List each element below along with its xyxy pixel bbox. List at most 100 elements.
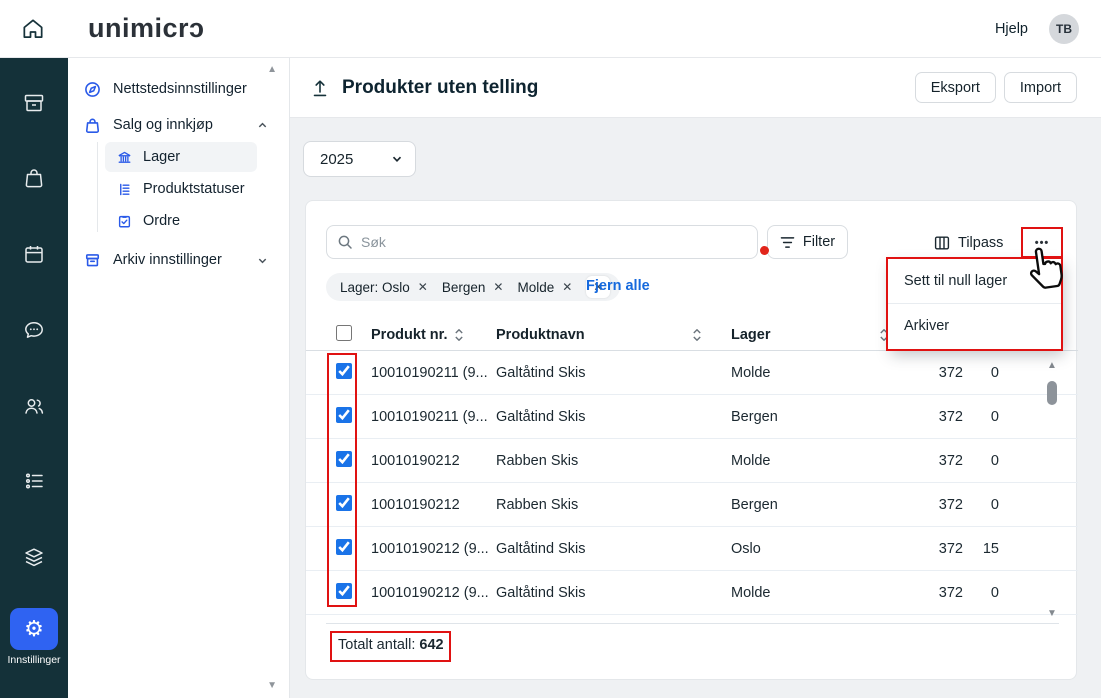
chip-close-icon[interactable]: ✕ [562,280,572,294]
chat-icon[interactable] [22,318,46,342]
table-row[interactable]: 10010190212 (9... Galtåtind Skis Oslo 37… [306,527,1078,571]
year-select-value: 2025 [320,151,353,168]
shopping-bag-icon[interactable] [22,166,46,190]
archive-icon [84,252,101,269]
search-box [326,225,758,259]
users-icon[interactable] [22,394,46,418]
year-select[interactable]: 2025 [303,141,416,177]
cell-product-name: Galtåtind Skis [496,541,585,557]
export-button[interactable]: Eksport [915,72,996,103]
chip-close-icon[interactable]: ✕ [418,280,428,294]
filter-chip: Lager: Oslo ✕ [340,280,428,295]
cell-warehouse: Molde [731,365,771,381]
calendar-icon[interactable] [22,242,46,266]
sort-icon[interactable] [454,327,464,343]
app-window: unimicrɔ Hjelp TB [0,0,1101,698]
column-header-produkt-nr[interactable]: Produkt nr. [371,327,448,343]
customize-label: Tilpass [958,235,1003,251]
cell-warehouse: Oslo [731,541,761,557]
unimicro-logo: unimicrɔ [88,13,205,44]
sidebar-item-ordre[interactable]: Ordre [105,206,257,236]
cell-qty: 372 [896,409,963,425]
warehouse-icon [117,150,132,165]
cell-count: 0 [963,585,999,601]
settings-label: Innstillinger [0,654,68,666]
table-scroll-down-icon[interactable]: ▼ [1045,609,1059,619]
row-checkbox[interactable] [336,451,352,467]
column-header-produktnavn[interactable]: Produktnavn [496,327,585,343]
bullet-list-icon[interactable] [22,469,46,493]
cell-count: 0 [963,453,999,469]
search-input[interactable] [361,234,747,250]
sidebar-item-lager[interactable]: Lager [105,142,257,172]
chip-label: Bergen [442,280,486,295]
row-checkbox[interactable] [336,363,352,379]
sidebar-item-nettstedsinnstillinger[interactable]: Nettstedsinnstillinger [84,78,247,100]
cell-qty: 372 [896,585,963,601]
nav-label: Ordre [143,213,180,229]
select-all-checkbox[interactable] [336,325,352,341]
total-count: Totalt antall: 642 [338,637,444,653]
filter-chip-group: Lager: Oslo ✕ Bergen ✕ Molde ✕ ✕ [326,273,620,301]
row-checkbox[interactable] [336,539,352,555]
help-link[interactable]: Hjelp [995,21,1028,37]
main-area: Produkter uten telling Eksport Import 20… [290,58,1101,698]
nav-label: Lager [143,149,180,165]
cursor-pointer-icon [1027,245,1063,291]
cell-qty: 372 [896,365,963,381]
gear-icon: ⚙ [24,618,44,640]
table-footer-divider [326,623,1059,624]
cell-product-nr: 10010190212 [371,453,460,469]
row-checkbox[interactable] [336,583,352,599]
filter-button[interactable]: Filter [767,225,848,259]
sidebar-scroll-up-icon[interactable]: ▲ [267,65,277,75]
chip-label: Molde [517,280,554,295]
settings-button[interactable]: ⚙ [10,608,58,650]
cell-qty: 372 [896,541,963,557]
table-row[interactable]: 10010190211 (9... Galtåtind Skis Bergen … [306,395,1078,439]
column-header-lager[interactable]: Lager [731,327,771,343]
avatar[interactable]: TB [1049,14,1079,44]
cell-count: 0 [963,409,999,425]
bag-icon [84,117,101,134]
total-value: 642 [419,637,443,653]
home-icon[interactable] [20,16,46,42]
table-scroll-up-icon[interactable]: ▲ [1045,361,1059,371]
chip-label: Lager: Oslo [340,280,410,295]
nav-label: Salg og innkjøp [113,117,213,133]
sort-icon[interactable] [692,327,702,343]
chip-close-icon[interactable]: ✕ [493,280,503,294]
sidebar-scroll-down-icon[interactable]: ▼ [267,681,277,691]
table-row[interactable]: 10010190212 Rabben Skis Molde 372 0 [306,439,1078,483]
cell-warehouse: Molde [731,585,771,601]
menu-item-arkiver[interactable]: Arkiver [888,304,1061,348]
table-row[interactable]: 10010190212 (9... Galtåtind Skis Molde 3… [306,571,1078,615]
table-row[interactable]: 10010190212 Rabben Skis Bergen 372 0 [306,483,1078,527]
sidebar-item-produktstatuser[interactable]: Produktstatuser [105,174,257,204]
search-icon [337,234,353,250]
upload-icon[interactable] [310,78,330,98]
layers-icon[interactable] [22,545,46,569]
table-scrollbar-thumb[interactable] [1047,381,1057,405]
clear-all-filters-link[interactable]: Fjern alle [586,278,650,294]
secondary-sidebar: ▲ Nettstedsinnstillinger Salg og innkjøp [68,58,290,698]
content-card: Filter Tilpass ••• Lager: Oslo ✕ Bergen … [305,200,1077,680]
sidebar-item-arkiv-innstillinger[interactable]: Arkiv innstillinger [84,249,274,271]
cell-product-nr: 10010190212 (9... [371,541,489,557]
status-list-icon [117,182,132,197]
row-checkbox[interactable] [336,407,352,423]
table-row[interactable]: 10010190211 (9... Galtåtind Skis Molde 3… [306,351,1078,395]
cell-product-nr: 10010190212 [371,497,460,513]
row-checkbox[interactable] [336,495,352,511]
cell-product-nr: 10010190211 (9... [371,409,488,425]
archive-drawer-icon[interactable] [22,91,46,115]
customize-button[interactable]: Tilpass [934,231,1003,255]
filter-chip: Bergen ✕ [442,280,504,295]
import-button[interactable]: Import [1004,72,1077,103]
cell-product-name: Galtåtind Skis [496,409,585,425]
filter-active-dot [760,246,769,255]
cell-count: 0 [963,365,999,381]
sidebar-item-salg-og-innkjop[interactable]: Salg og innkjøp [84,114,274,136]
filter-label: Filter [803,234,835,250]
chevron-up-icon [257,120,268,131]
